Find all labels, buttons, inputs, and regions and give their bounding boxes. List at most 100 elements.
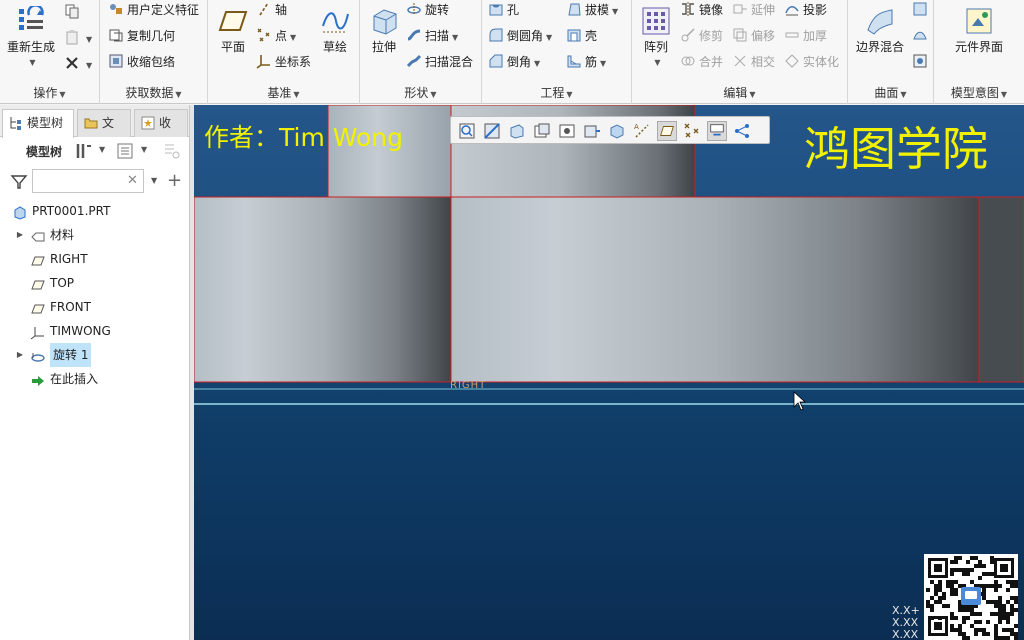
annotation-display-icon[interactable] xyxy=(732,121,752,141)
draft-button[interactable]: 拔模 ▼ xyxy=(566,0,618,20)
repaint-icon[interactable] xyxy=(532,121,552,141)
main-body-far[interactable] xyxy=(978,196,1024,383)
main-body-right[interactable] xyxy=(450,196,980,383)
tree-settings-button[interactable] xyxy=(74,142,94,163)
tree-item[interactable]: FRONT xyxy=(0,295,189,319)
chevron-down-icon[interactable]: ▼ xyxy=(141,145,147,154)
sketch-button[interactable]: 草绘 xyxy=(312,2,358,80)
group-title-editing[interactable]: 编辑 ▼ xyxy=(632,84,847,102)
shell-button[interactable]: 壳 xyxy=(566,26,597,46)
tree-item[interactable]: TIMWONG xyxy=(0,319,189,343)
thicken-button[interactable]: 加厚 xyxy=(784,26,827,46)
mirror-button[interactable]: 镜像 xyxy=(680,0,723,20)
hole-button[interactable]: 孔 xyxy=(488,0,519,20)
copy-button[interactable] xyxy=(64,2,83,22)
group-title-get-data[interactable]: 获取数据 ▼ xyxy=(100,84,207,102)
pattern-icon xyxy=(642,7,670,35)
datum-plane-icon xyxy=(30,252,46,266)
offset-button[interactable]: 偏移 xyxy=(732,26,775,46)
zoom-in-icon[interactable] xyxy=(482,121,502,141)
merge-button[interactable]: 合并 xyxy=(680,52,723,72)
datum-plane-display-icon[interactable] xyxy=(657,121,677,141)
user-defined-feature-button[interactable]: 用户定义特征 xyxy=(108,0,199,20)
tab-favorites-label: 收 xyxy=(159,116,172,130)
expand-icon[interactable]: ▶ xyxy=(15,223,25,247)
revolve-label: 旋转 xyxy=(425,3,450,17)
show-button[interactable] xyxy=(116,142,134,163)
clear-icon[interactable]: ✕ xyxy=(127,173,138,188)
display-style-icon[interactable] xyxy=(607,121,627,141)
point-button[interactable]: 点 ▼ xyxy=(256,26,296,46)
add-filter-icon[interactable]: + xyxy=(167,170,182,191)
extend-button[interactable]: 延伸 xyxy=(732,0,775,20)
main-body-left[interactable] xyxy=(194,196,452,383)
regenerate-button[interactable]: 重新生成 ▼ xyxy=(2,2,60,80)
trim-button[interactable]: 修剪 xyxy=(680,26,723,46)
group-title-engineering[interactable]: 工程 ▼ xyxy=(482,84,631,102)
tab-folder-browser[interactable]: 文 xyxy=(77,109,131,137)
zoom-out-icon[interactable] xyxy=(507,121,527,141)
chamfer-button[interactable]: 倒角 ▼ xyxy=(488,52,540,72)
tree-item[interactable]: ▶ 旋转 1 xyxy=(0,343,189,367)
sweep-button[interactable]: 扫描 ▼ xyxy=(406,26,458,46)
refit-icon[interactable] xyxy=(457,121,477,141)
tree-title[interactable]: 模型树 xyxy=(26,143,62,160)
paste-button[interactable]: ▼ xyxy=(64,28,92,48)
sweep-icon xyxy=(407,29,421,41)
extrude-icon xyxy=(373,9,397,35)
tree-item[interactable]: ▶ 材料 xyxy=(0,223,189,247)
coord-system-button[interactable]: 坐标系 xyxy=(256,52,311,72)
chevron-down-icon[interactable]: ▼ xyxy=(99,145,105,154)
group-title-operations[interactable]: 操作 ▼ xyxy=(0,84,99,102)
offset-icon xyxy=(733,28,747,42)
trim-label: 修剪 xyxy=(699,29,724,43)
tree-item[interactable]: PRT0001.PRT xyxy=(0,199,189,223)
tree-item-label: FRONT xyxy=(50,300,91,314)
tree-item[interactable]: 在此插入 xyxy=(0,367,189,391)
delete-button[interactable]: ▼ xyxy=(64,54,92,74)
rib-button[interactable]: 筋 ▼ xyxy=(566,52,606,72)
chevron-down-icon[interactable]: ▼ xyxy=(29,58,35,67)
pattern-button[interactable]: 阵列 ▼ xyxy=(634,2,678,80)
revolve-button[interactable]: 旋转 xyxy=(406,0,449,20)
copy-geometry-button[interactable]: 复制几何 xyxy=(108,26,175,46)
tab-favorites[interactable]: 收 xyxy=(134,109,188,137)
round-button[interactable]: 倒圆角 ▼ xyxy=(488,26,552,46)
group-title-surfaces[interactable]: 曲面 ▼ xyxy=(848,84,933,102)
star-icon xyxy=(141,116,155,130)
group-title-model-intent[interactable]: 模型意图 ▼ xyxy=(934,84,1024,102)
chevron-down-icon[interactable]: ▼ xyxy=(151,176,157,185)
solidify-button[interactable]: 实体化 xyxy=(784,52,839,72)
datum-point-display-icon[interactable] xyxy=(682,121,702,141)
datum-axis-display-icon[interactable]: A xyxy=(632,121,652,141)
axis-button[interactable]: 轴 xyxy=(256,0,287,20)
tools-icon xyxy=(76,144,91,158)
group-title-datum[interactable]: 基准 ▼ xyxy=(208,84,359,102)
intersect-button[interactable]: 相交 xyxy=(732,52,775,72)
component-interface-button[interactable]: 元件界面 xyxy=(944,2,1014,80)
freestyle-button[interactable] xyxy=(912,0,931,20)
part-icon xyxy=(12,204,28,220)
saved-views-icon[interactable] xyxy=(557,121,577,141)
swept-blend-button[interactable]: 扫描混合 xyxy=(406,52,473,72)
tab-model-tree[interactable]: 模型树 xyxy=(2,109,74,138)
tree-item[interactable]: RIGHT xyxy=(0,247,189,271)
list-icon xyxy=(117,143,133,159)
filter-icon[interactable] xyxy=(10,174,28,190)
fill-button[interactable] xyxy=(912,52,931,72)
view-manager-icon[interactable] xyxy=(582,121,602,141)
group-title-shapes[interactable]: 形状 ▼ xyxy=(360,84,481,102)
extrude-button[interactable]: 拉伸 xyxy=(362,2,406,80)
tree-item[interactable]: TOP xyxy=(0,271,189,295)
tree-filter-toggle[interactable] xyxy=(162,142,182,163)
graphics-window[interactable]: RIGHT 作者：Tim Wong 鸿图学院 A X.X+ X.XX X.XX xyxy=(194,105,1024,640)
project-button[interactable]: 投影 xyxy=(784,0,827,20)
extend-label: 延伸 xyxy=(751,3,776,17)
boundary-blend-button[interactable]: 边界混合 xyxy=(850,2,910,80)
coord-display-icon[interactable] xyxy=(707,121,727,141)
style-button[interactable] xyxy=(912,26,931,46)
plane-button[interactable]: 平面 xyxy=(210,2,256,80)
expand-icon[interactable]: ▶ xyxy=(15,343,25,367)
shrinkwrap-button[interactable]: 收缩包络 xyxy=(108,52,175,72)
datum-label[interactable]: RIGHT xyxy=(450,380,486,391)
